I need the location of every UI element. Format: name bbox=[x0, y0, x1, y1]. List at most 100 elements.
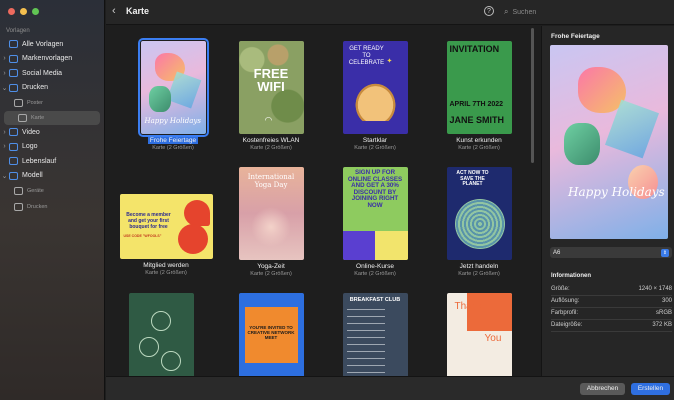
sidebar-item[interactable]: Lebenslauf bbox=[0, 154, 104, 169]
template-name: Frohe Feiertage bbox=[147, 137, 199, 144]
sidebar-item-label: Video bbox=[22, 128, 40, 136]
template-tile[interactable] bbox=[116, 293, 206, 376]
category-icon bbox=[14, 99, 23, 108]
template-subtitle: Karte (2 Größen) bbox=[458, 271, 500, 277]
template-tile[interactable]: INVITATION APRIL 7TH 2022 JANE SMITH Kun… bbox=[434, 41, 524, 151]
sidebar-item[interactable]: Geräte bbox=[0, 184, 104, 199]
help-button[interactable]: ? bbox=[484, 6, 494, 16]
template-subtitle: Karte (2 Größen) bbox=[458, 145, 500, 151]
star-icon: ✦ bbox=[386, 58, 393, 65]
template-subtitle: Karte (2 Größen) bbox=[250, 271, 292, 277]
sidebar-item-label: Poster bbox=[27, 100, 43, 107]
sidebar-item[interactable]: ⌄ Modell bbox=[0, 169, 104, 184]
template-tile[interactable]: Thank You bbox=[434, 293, 524, 376]
template-grid: Happy Holidays Frohe Feiertage Karte (2 … bbox=[106, 26, 536, 376]
template-tile[interactable]: International Yoga Day Yoga-Zeit Karte (… bbox=[226, 167, 316, 277]
template-subtitle: Karte (2 Größen) bbox=[354, 271, 396, 277]
sidebar-list: Alle Vorlagen › Markenvorlagen › Social Medi… bbox=[0, 37, 104, 214]
create-button[interactable]: Erstellen bbox=[631, 383, 670, 395]
category-icon bbox=[9, 157, 18, 166]
chevron-icon[interactable]: › bbox=[0, 70, 9, 77]
chevron-icon[interactable]: › bbox=[0, 143, 9, 150]
template-tile[interactable]: ACT NOW TO SAVE THE PLANET Jetzt handeln… bbox=[434, 167, 524, 277]
size-select[interactable]: A6 ⇕ bbox=[550, 247, 672, 258]
scrollbar-thumb[interactable] bbox=[531, 28, 534, 163]
sidebar-item[interactable]: › Social Media bbox=[0, 66, 104, 81]
sidebar-item[interactable]: Alle Vorlagen bbox=[0, 37, 104, 52]
sidebar-item-label: Alle Vorlagen bbox=[22, 40, 64, 48]
sidebar-item-label: Social Media bbox=[22, 69, 63, 77]
sidebar-item-label: Lebenslauf bbox=[22, 157, 57, 165]
template-tile[interactable]: Happy Holidays Frohe Feiertage Karte (2 … bbox=[128, 38, 218, 151]
sidebar-item[interactable]: › Markenvorlagen bbox=[0, 52, 104, 67]
info-label: Größe: bbox=[551, 286, 570, 292]
inspector-panel: Frohe Feiertage Happy Holidays A6 ⇕ Info… bbox=[541, 26, 674, 376]
sidebar-item[interactable]: Karte bbox=[4, 110, 100, 125]
sidebar-item-label: Drucken bbox=[22, 84, 49, 92]
template-thumbnail: INVITATION APRIL 7TH 2022 JANE SMITH bbox=[446, 41, 512, 134]
sidebar-item-label: Markenvorlagen bbox=[22, 55, 73, 63]
chevron-icon[interactable]: › bbox=[0, 55, 9, 62]
sidebar-item-label: Modell bbox=[22, 172, 43, 180]
category-icon bbox=[9, 69, 18, 78]
close-window-button[interactable] bbox=[8, 8, 15, 15]
category-icon bbox=[9, 171, 18, 180]
sidebar-section-label: Vorlagen bbox=[6, 28, 30, 34]
info-value: 372 KB bbox=[652, 322, 672, 328]
sidebar-item-label: Karte bbox=[31, 114, 45, 121]
cancel-button[interactable]: Abbrechen bbox=[580, 383, 625, 395]
chevron-icon[interactable]: ⌄ bbox=[0, 172, 9, 180]
divider bbox=[551, 331, 672, 332]
wifi-icon: ◠ bbox=[264, 115, 273, 125]
template-subtitle: Karte (2 Größen) bbox=[354, 145, 396, 151]
category-icon bbox=[9, 40, 18, 49]
sidebar-item[interactable]: Drucken bbox=[0, 200, 104, 215]
template-thumbnail: International Yoga Day bbox=[238, 167, 304, 260]
chevron-icon[interactable]: ⌄ bbox=[0, 84, 9, 92]
template-name: Startklar bbox=[362, 137, 388, 144]
grid-scrollbar[interactable] bbox=[530, 26, 536, 376]
template-tile[interactable]: SIGN UP FOR ONLINE CLASSES AND GET A 30%… bbox=[330, 167, 420, 277]
category-icon bbox=[9, 142, 18, 151]
sidebar-item[interactable]: Poster bbox=[0, 96, 104, 111]
minimize-window-button[interactable] bbox=[20, 8, 27, 15]
category-icon bbox=[9, 128, 18, 137]
category-icon bbox=[9, 83, 18, 92]
page-title: Karte bbox=[126, 6, 150, 16]
search-field[interactable]: ⌕ bbox=[504, 5, 664, 19]
info-value: sRGB bbox=[655, 310, 672, 316]
info-row: Auflösung: 300 bbox=[551, 298, 672, 304]
template-name: Online-Kurse bbox=[356, 263, 394, 270]
search-input[interactable] bbox=[512, 8, 653, 16]
divider bbox=[551, 307, 672, 308]
info-row: Größe: 1240 × 1748 bbox=[551, 286, 672, 292]
template-name: Yoga-Zeit bbox=[257, 263, 285, 270]
template-thumbnail: FREE WIFI ◠ bbox=[238, 41, 304, 134]
info-label: Farbprofil: bbox=[551, 310, 579, 316]
footer-bar: Abbrechen Erstellen bbox=[106, 376, 674, 400]
template-preview: Happy Holidays bbox=[550, 45, 668, 239]
zoom-window-button[interactable] bbox=[32, 8, 39, 15]
sidebar-item[interactable]: › Logo bbox=[0, 140, 104, 155]
template-thumbnail: ACT NOW TO SAVE THE PLANET bbox=[446, 167, 512, 260]
info-row: Dateigröße: 372 KB bbox=[551, 322, 672, 328]
info-value: 300 bbox=[661, 298, 672, 304]
chevron-left-icon[interactable]: ‹ bbox=[112, 5, 116, 17]
chevron-updown-icon: ⇕ bbox=[661, 248, 669, 257]
template-tile[interactable]: GET READY TO CELEBRATE ✦ Startklar Karte… bbox=[330, 41, 420, 151]
template-tile[interactable]: BREAKFAST CLUB bbox=[330, 293, 420, 376]
template-name: Kunst erkunden bbox=[456, 137, 502, 144]
window-controls bbox=[8, 8, 39, 15]
chevron-icon[interactable]: › bbox=[0, 129, 9, 136]
info-label: Dateigröße: bbox=[551, 322, 583, 328]
sidebar-item[interactable]: › Video bbox=[0, 125, 104, 140]
info-label: Auflösung: bbox=[551, 298, 580, 304]
sidebar-item[interactable]: ⌄ Drucken bbox=[0, 81, 104, 96]
template-tile[interactable]: YOU'RE INVITED TO CREATIVE NETWORK MEET bbox=[226, 293, 316, 376]
template-thumbnail: YOU'RE INVITED TO CREATIVE NETWORK MEET bbox=[238, 293, 304, 376]
info-heading: Informationen bbox=[551, 273, 591, 279]
info-row: Farbprofil: sRGB bbox=[551, 310, 672, 316]
template-tile[interactable]: Become a member and get your first bouqu… bbox=[116, 167, 216, 276]
category-icon bbox=[18, 113, 27, 122]
template-tile[interactable]: FREE WIFI ◠ Kostenfreies WLAN Karte (2 G… bbox=[226, 41, 316, 151]
